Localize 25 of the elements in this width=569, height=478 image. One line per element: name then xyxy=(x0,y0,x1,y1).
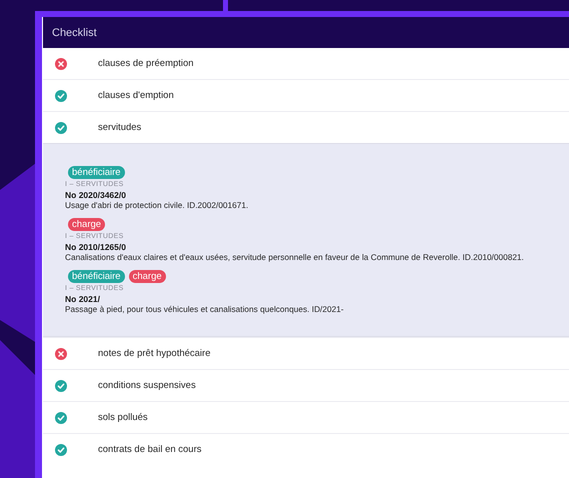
item-label: notes de prêt hypothécaire xyxy=(98,348,210,359)
checklist-row[interactable]: contrats de bail en cours xyxy=(43,433,569,465)
checklist-row[interactable]: clauses d'emption xyxy=(43,79,569,111)
tag: charge xyxy=(128,270,166,283)
item-label: sols pollués xyxy=(98,412,148,423)
checklist-row[interactable]: sols pollués xyxy=(43,401,569,433)
panel-title: Checklist xyxy=(52,26,97,38)
item-label: conditions suspensives xyxy=(98,380,196,391)
entry-description: Usage d'abri de protection civile. ID.2002/001671. xyxy=(65,200,248,211)
tag: charge xyxy=(68,218,106,231)
tag: bénéficiaire xyxy=(68,166,125,179)
entry-number: No 2021/ xyxy=(65,294,100,304)
checklist-row[interactable]: servitudes xyxy=(43,111,569,144)
entry-description: Passage à pied, pour tous véhicules et canalisations quelconques. ID/2021- xyxy=(65,304,344,315)
tag: bénéficiaire xyxy=(68,270,125,283)
entry-number: No 2010/1265/0 xyxy=(65,242,126,252)
checklist-row[interactable]: clauses de préemption xyxy=(43,48,569,79)
checklist-row[interactable]: conditions suspensives xyxy=(43,369,569,401)
item-label: clauses de préemption xyxy=(98,58,194,69)
item-label: servitudes xyxy=(98,122,142,133)
checklist-row[interactable]: notes de prêt hypothécaire xyxy=(43,337,569,369)
item-label: contrats de bail en cours xyxy=(98,444,202,455)
item-label: clauses d'emption xyxy=(98,90,174,101)
entry-number: No 2020/3462/0 xyxy=(65,190,126,200)
entry-description: Canalisations d'eaux claires et d'eaux usées, servitude personnelle en faveur de la Commune de Reverolle. ID.2010/000821. xyxy=(65,252,524,263)
